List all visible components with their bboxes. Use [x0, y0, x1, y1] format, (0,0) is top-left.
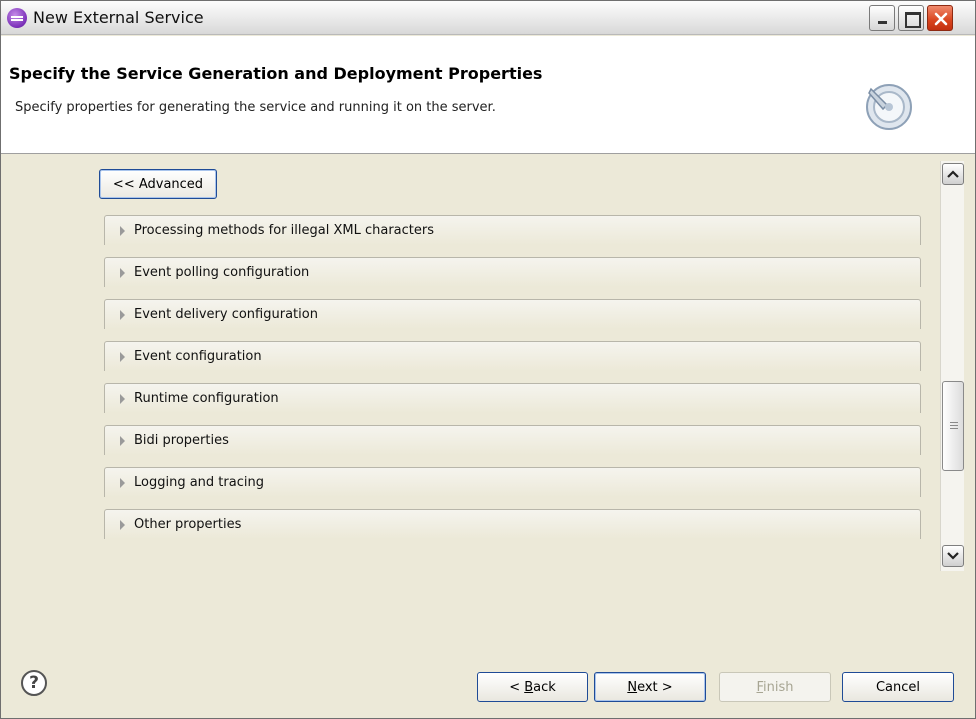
section-other-properties[interactable]: Other properties — [104, 509, 921, 539]
chevron-up-icon — [947, 170, 959, 178]
section-label: Logging and tracing — [134, 475, 264, 490]
page-title: Specify the Service Generation and Deplo… — [9, 64, 543, 83]
section-event-delivery[interactable]: Event delivery configuration — [104, 299, 921, 329]
back-button[interactable]: < Back — [477, 672, 588, 702]
expand-arrow-icon — [120, 352, 125, 362]
expand-arrow-icon — [120, 310, 125, 320]
wizard-footer: ? < Back Next > Finish Cancel — [1, 645, 975, 718]
finish-button[interactable]: Finish — [719, 672, 831, 702]
maximize-button[interactable] — [898, 5, 924, 31]
eclipse-icon — [7, 8, 27, 28]
advanced-button[interactable]: << Advanced — [99, 169, 217, 199]
cancel-button[interactable]: Cancel — [842, 672, 954, 702]
section-runtime-configuration[interactable]: Runtime configuration — [104, 383, 921, 413]
wizard-header: Specify the Service Generation and Deplo… — [1, 36, 975, 154]
section-label: Runtime configuration — [134, 391, 279, 406]
section-label: Event delivery configuration — [134, 307, 318, 322]
section-logging-and-tracing[interactable]: Logging and tracing — [104, 467, 921, 497]
section-label: Other properties — [134, 517, 242, 532]
expand-arrow-icon — [120, 436, 125, 446]
scroll-down-button[interactable] — [942, 545, 964, 567]
dialog-window: New External Service Specify the Service… — [0, 0, 976, 719]
section-label: Bidi properties — [134, 433, 229, 448]
section-event-configuration[interactable]: Event configuration — [104, 341, 921, 371]
next-button[interactable]: Next > — [594, 672, 706, 702]
expand-arrow-icon — [120, 268, 125, 278]
title-bar[interactable]: New External Service — [1, 1, 975, 35]
section-illegal-xml-characters[interactable]: Processing methods for illegal XML chara… — [104, 215, 921, 245]
scroll-thumb[interactable] — [942, 381, 964, 471]
section-label: Event polling configuration — [134, 265, 310, 280]
scroll-up-button[interactable] — [942, 163, 964, 185]
wizard-content: << Advanced Processing methods for illeg… — [1, 155, 975, 645]
expand-arrow-icon — [120, 394, 125, 404]
help-icon[interactable]: ? — [21, 670, 47, 696]
page-description: Specify properties for generating the se… — [15, 100, 496, 115]
section-label: Event configuration — [134, 349, 262, 364]
expand-arrow-icon — [120, 226, 125, 236]
section-label: Processing methods for illegal XML chara… — [134, 223, 434, 238]
chevron-down-icon — [947, 552, 959, 560]
section-bidi-properties[interactable]: Bidi properties — [104, 425, 921, 455]
expand-arrow-icon — [120, 520, 125, 530]
close-button[interactable] — [927, 5, 953, 31]
wizard-banner-icon — [866, 84, 912, 130]
vertical-scrollbar[interactable] — [940, 161, 964, 571]
minimize-button[interactable] — [869, 5, 895, 31]
section-event-polling[interactable]: Event polling configuration — [104, 257, 921, 287]
close-icon — [934, 12, 948, 26]
window-title: New External Service — [33, 8, 204, 27]
expand-arrow-icon — [120, 478, 125, 488]
